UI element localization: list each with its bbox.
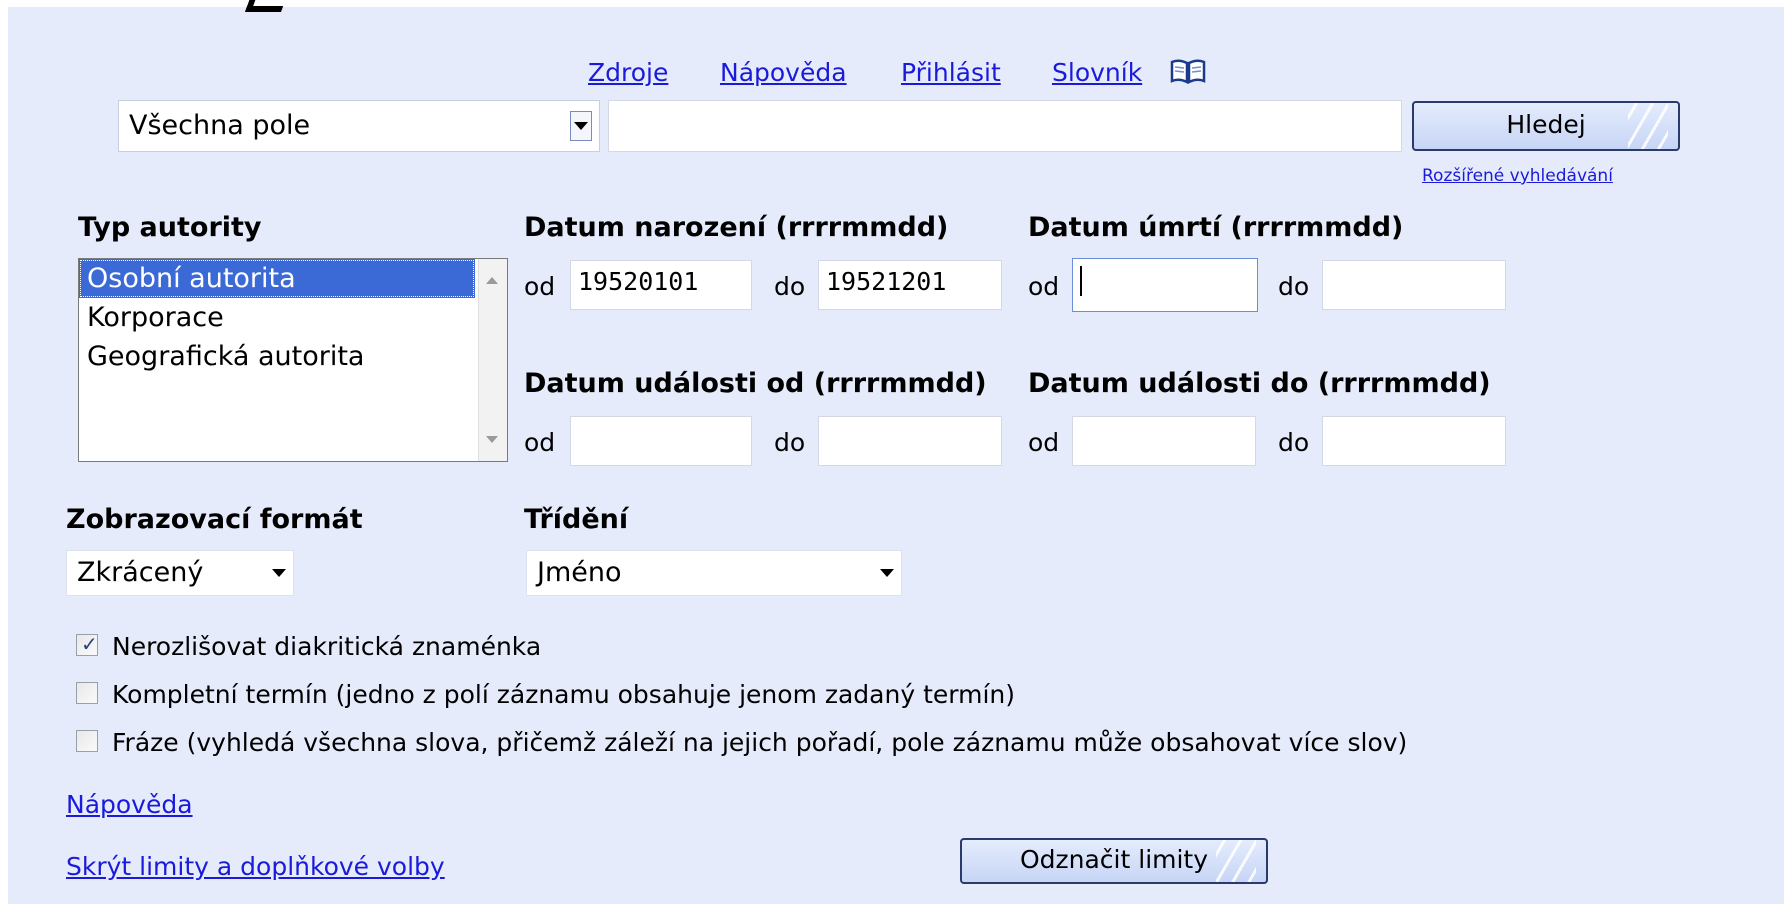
- authority-option-geographic[interactable]: Geografická autorita: [79, 337, 507, 376]
- scroll-down-icon[interactable]: [486, 436, 498, 443]
- field-select-value: Všechna pole: [129, 110, 311, 141]
- birth-from-label: od: [524, 272, 556, 301]
- bottom-border: [0, 904, 1792, 912]
- sorting-dropdown[interactable]: [873, 551, 901, 595]
- event-to-from-input[interactable]: [1072, 416, 1256, 466]
- event-from-from-label: od: [524, 428, 556, 457]
- birth-to-label: do: [774, 272, 806, 301]
- search-button[interactable]: Hledej: [1412, 101, 1680, 151]
- clear-limits-label: Odznačit limity: [1019, 845, 1209, 874]
- ignore-diacritics-label: Nerozlišovat diakritická znaménka: [112, 632, 542, 661]
- search-panel: Zdroje Nápověda Přihlásit Slovník Všechn…: [0, 0, 1792, 912]
- field-select-dropdown-button[interactable]: [563, 101, 599, 151]
- button-sheen: [1216, 840, 1256, 882]
- display-format-select[interactable]: Zkrácený: [66, 550, 294, 596]
- phrase-label: Fráze (vyhledá všechna slova, přičemž zá…: [112, 728, 1408, 757]
- death-date-from-input[interactable]: [1072, 258, 1258, 312]
- complete-term-checkbox[interactable]: [76, 682, 98, 704]
- authority-option-personal[interactable]: Osobní autorita: [79, 259, 475, 298]
- display-format-value: Zkrácený: [77, 557, 204, 588]
- birth-date-label: Datum narození (rrrrmmdd): [524, 212, 949, 243]
- sorting-label: Třídění: [524, 504, 629, 535]
- event-from-from-input[interactable]: [570, 416, 752, 466]
- link-zdroje[interactable]: Zdroje: [588, 58, 668, 87]
- event-to-label: Datum události do (rrrrmmdd): [1028, 368, 1491, 399]
- death-from-label: od: [1028, 272, 1060, 301]
- authority-option-corporate[interactable]: Korporace: [79, 298, 507, 337]
- advanced-search-link[interactable]: Rozšířené vyhledávání: [1422, 166, 1613, 186]
- button-sheen: [1628, 103, 1668, 149]
- link-napoveda-top[interactable]: Nápověda: [720, 58, 847, 87]
- event-to-from-label: od: [1028, 428, 1060, 457]
- link-prihlasit[interactable]: Přihlásit: [901, 58, 1001, 87]
- field-select[interactable]: Všechna pole: [118, 100, 600, 152]
- sorting-select[interactable]: Jméno: [526, 550, 902, 596]
- event-from-to-input[interactable]: [818, 416, 1002, 466]
- ignore-diacritics-checkbox[interactable]: ✓: [76, 632, 98, 656]
- search-input[interactable]: [608, 100, 1402, 152]
- authority-type-listbox[interactable]: Osobní autorita Korporace Geografická au…: [78, 258, 508, 462]
- text-caret: [1080, 266, 1082, 296]
- event-from-to-label: do: [774, 428, 806, 457]
- event-from-label: Datum události od (rrrrmmdd): [524, 368, 987, 399]
- chevron-down-icon: [880, 569, 894, 577]
- left-border: [0, 0, 8, 912]
- cropped-heading-fragment: [244, 0, 290, 12]
- display-format-label: Zobrazovací formát: [66, 504, 363, 535]
- link-slovnik[interactable]: Slovník: [1052, 58, 1142, 87]
- authority-type-label: Typ autority: [78, 212, 262, 243]
- event-to-to-label: do: [1278, 428, 1310, 457]
- clear-limits-button[interactable]: Odznačit limity: [960, 838, 1268, 884]
- listbox-scrollbar[interactable]: [478, 259, 507, 461]
- checkmark-icon: ✓: [81, 632, 98, 656]
- event-to-to-input[interactable]: [1322, 416, 1506, 466]
- help-link[interactable]: Nápověda: [66, 790, 193, 819]
- search-button-label: Hledej: [1506, 110, 1586, 139]
- hide-limits-link[interactable]: Skrýt limity a doplňkové volby: [66, 852, 445, 881]
- phrase-checkbox[interactable]: [76, 730, 98, 752]
- sorting-value: Jméno: [537, 557, 622, 588]
- death-date-to-input[interactable]: [1322, 260, 1506, 310]
- complete-term-label: Kompletní termín (jedno z polí záznamu o…: [112, 680, 1016, 709]
- chevron-down-icon: [272, 569, 286, 577]
- birth-date-from-input[interactable]: 19520101: [570, 260, 752, 310]
- display-format-dropdown[interactable]: [265, 551, 293, 595]
- death-to-label: do: [1278, 272, 1310, 301]
- death-date-label: Datum úmrtí (rrrrmmdd): [1028, 212, 1404, 243]
- scroll-up-icon[interactable]: [486, 277, 498, 284]
- open-book-icon[interactable]: [1170, 58, 1206, 84]
- birth-date-to-input[interactable]: 19521201: [818, 260, 1002, 310]
- right-border: [1784, 0, 1792, 912]
- chevron-down-icon: [574, 122, 588, 130]
